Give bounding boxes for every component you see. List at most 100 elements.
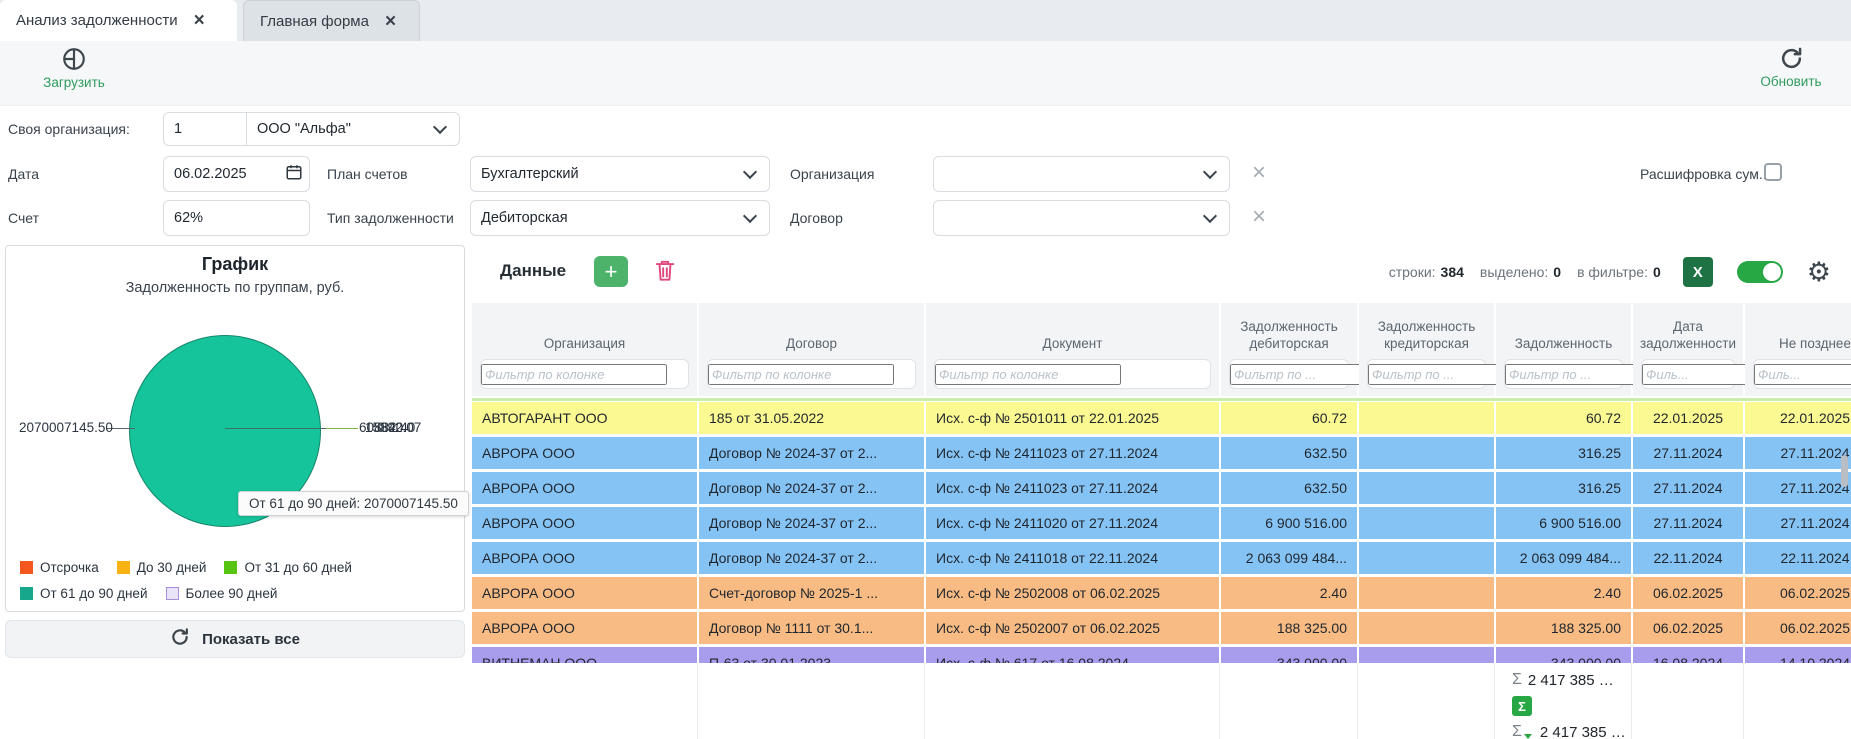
cell-due: 27.11.2024 — [1745, 507, 1851, 539]
calendar-icon[interactable] — [285, 163, 303, 185]
cell-due: 22.01.2025 — [1745, 402, 1851, 434]
cell-credit — [1359, 542, 1494, 574]
add-row-button[interactable]: + — [594, 256, 628, 287]
legend-label: От 31 до 60 дней — [244, 560, 352, 575]
legend-item[interactable]: До 30 дней — [117, 560, 207, 575]
selected-count-label: выделено: — [1480, 264, 1548, 280]
column-header[interactable]: Не позднее — [1745, 303, 1851, 396]
legend-item[interactable]: Отсрочка — [20, 560, 99, 575]
table-row[interactable]: АВРОРА ООО Договор № 2024-37 от 2... Исх… — [472, 472, 1851, 504]
cell-credit — [1359, 437, 1494, 469]
contract-select[interactable] — [933, 200, 1230, 236]
cell-org: АВРОРА ООО — [472, 472, 697, 504]
cell-due: 14.10.2024 — [1745, 647, 1851, 663]
cell-debit: 188 325.00 — [1221, 612, 1357, 644]
coa-select[interactable]: Бухгалтерский — [470, 156, 770, 192]
filter-input[interactable] — [1754, 364, 1851, 385]
column-header[interactable]: Задолженность — [1496, 303, 1631, 396]
cell-org: ВИТНЕМАН ООО — [472, 647, 697, 663]
own-org-control: ООО "Альфа" — [163, 112, 460, 146]
column-label: Не позднее — [1745, 303, 1851, 355]
column-header[interactable]: Дата задолженности — [1633, 303, 1743, 396]
column-label: Организация — [472, 303, 697, 355]
color-toggle[interactable] — [1737, 261, 1783, 283]
legend-swatch — [20, 561, 33, 574]
legend-item[interactable]: От 31 до 60 дней — [224, 560, 352, 575]
table-row[interactable]: АВРОРА ООО Договор № 2024-37 от 2... Исх… — [472, 542, 1851, 574]
tab-close-icon[interactable]: × — [194, 11, 205, 30]
legend-swatch — [117, 561, 130, 574]
filter-input[interactable] — [481, 364, 667, 385]
table-row[interactable]: АВТОГАРАНТ ООО 185 от 31.05.2022 Исх. с-… — [472, 402, 1851, 434]
legend-item[interactable]: Более 90 дней — [166, 586, 278, 601]
column-filter — [1504, 359, 1623, 389]
grid-header: Организация Договор Документ Задолженнос… — [472, 303, 1851, 396]
tab-debt-analysis[interactable]: Анализ задолженности × — [0, 0, 237, 41]
decode-sum-checkbox[interactable] — [1764, 163, 1782, 181]
refresh-button[interactable]: Обновить — [1743, 46, 1839, 89]
cell-date: 27.11.2024 — [1633, 507, 1743, 539]
column-label: Задолженность — [1496, 303, 1631, 355]
cell-contract: Договор № 2024-37 от 2... — [699, 437, 924, 469]
column-divider — [697, 663, 698, 739]
contract-clear-icon[interactable]: × — [1252, 205, 1266, 229]
filter-input[interactable] — [708, 364, 894, 385]
pie-tooltip: От 61 до 90 дней: 2070007145.50 — [238, 491, 469, 516]
tab-label: Главная форма — [260, 13, 369, 30]
cell-debit: 632.50 — [1221, 472, 1357, 504]
cell-debt: 60.72 — [1496, 402, 1631, 434]
column-filter — [1641, 359, 1735, 389]
account-label: Счет — [8, 210, 39, 226]
excel-export-button[interactable]: X — [1683, 257, 1713, 287]
cell-doc: Исх. с-ф № 2411023 от 27.11.2024 — [926, 437, 1219, 469]
column-header[interactable]: Задолженность кредиторская — [1359, 303, 1494, 396]
pie-callout-left: 2070007145.50 — [19, 420, 113, 435]
grid-body: АВТОГАРАНТ ООО 185 от 31.05.2022 Исх. с-… — [472, 402, 1851, 663]
column-divider — [1631, 663, 1632, 739]
sum-mode-button[interactable]: Σ — [1512, 696, 1532, 716]
pie-callout-line-right — [326, 428, 358, 429]
debt-type-select[interactable]: Дебиторская — [470, 200, 770, 236]
cell-credit — [1359, 402, 1494, 434]
column-header[interactable]: Договор — [699, 303, 924, 396]
tab-main-form[interactable]: Главная форма × — [243, 0, 420, 41]
sum-total-value: 2 417 385 … — [1528, 672, 1614, 689]
legend-item[interactable]: От 61 до 90 дней — [20, 586, 148, 601]
column-header[interactable]: Задолженность дебиторская — [1221, 303, 1357, 396]
cell-date: 22.11.2024 — [1633, 542, 1743, 574]
table-row[interactable]: АВРОРА ООО Счет-договор № 2025-1 ... Исх… — [472, 577, 1851, 609]
cell-credit — [1359, 612, 1494, 644]
cell-due: 06.02.2025 — [1745, 612, 1851, 644]
vertical-scrollbar[interactable] — [1841, 455, 1848, 487]
show-all-button[interactable]: Показать все — [5, 620, 465, 658]
own-org-code-input[interactable] — [164, 121, 246, 137]
legend-label: Отсрочка — [40, 560, 99, 575]
load-button[interactable]: Загрузить — [26, 46, 122, 90]
column-divider — [1357, 663, 1358, 739]
column-header[interactable]: Организация — [472, 303, 697, 396]
cell-date: 27.11.2024 — [1633, 437, 1743, 469]
table-row[interactable]: АВРОРА ООО Договор № 1111 от 30.1... Исх… — [472, 612, 1851, 644]
column-header[interactable]: Документ — [926, 303, 1219, 396]
legend-swatch — [166, 587, 179, 600]
org-filter-label: Организация — [790, 166, 874, 182]
delete-row-button[interactable] — [654, 258, 676, 288]
cell-debt: 6 900 516.00 — [1496, 507, 1631, 539]
table-row[interactable]: АВРОРА ООО Договор № 2024-37 от 2... Исх… — [472, 507, 1851, 539]
table-row[interactable]: АВРОРА ООО Договор № 2024-37 от 2... Исх… — [472, 437, 1851, 469]
grid-title: Данные — [500, 261, 566, 281]
table-row[interactable]: ВИТНЕМАН ООО П-63 от 30.01.2023 Исх. с-ф… — [472, 647, 1851, 663]
own-org-select[interactable]: ООО "Альфа" — [247, 121, 429, 137]
column-divider — [1743, 663, 1744, 739]
selected-count: 0 — [1553, 264, 1561, 280]
legend-label: До 30 дней — [137, 560, 207, 575]
org-clear-icon[interactable]: × — [1252, 161, 1266, 185]
date-input[interactable] — [164, 166, 285, 182]
filter-input[interactable] — [935, 364, 1121, 385]
settings-gear-icon[interactable]: ⚙ — [1807, 259, 1831, 286]
cell-credit — [1359, 507, 1494, 539]
org-select[interactable] — [933, 156, 1230, 192]
tab-close-icon[interactable]: × — [385, 12, 396, 31]
column-filter — [1367, 359, 1486, 389]
account-input[interactable] — [164, 210, 309, 226]
